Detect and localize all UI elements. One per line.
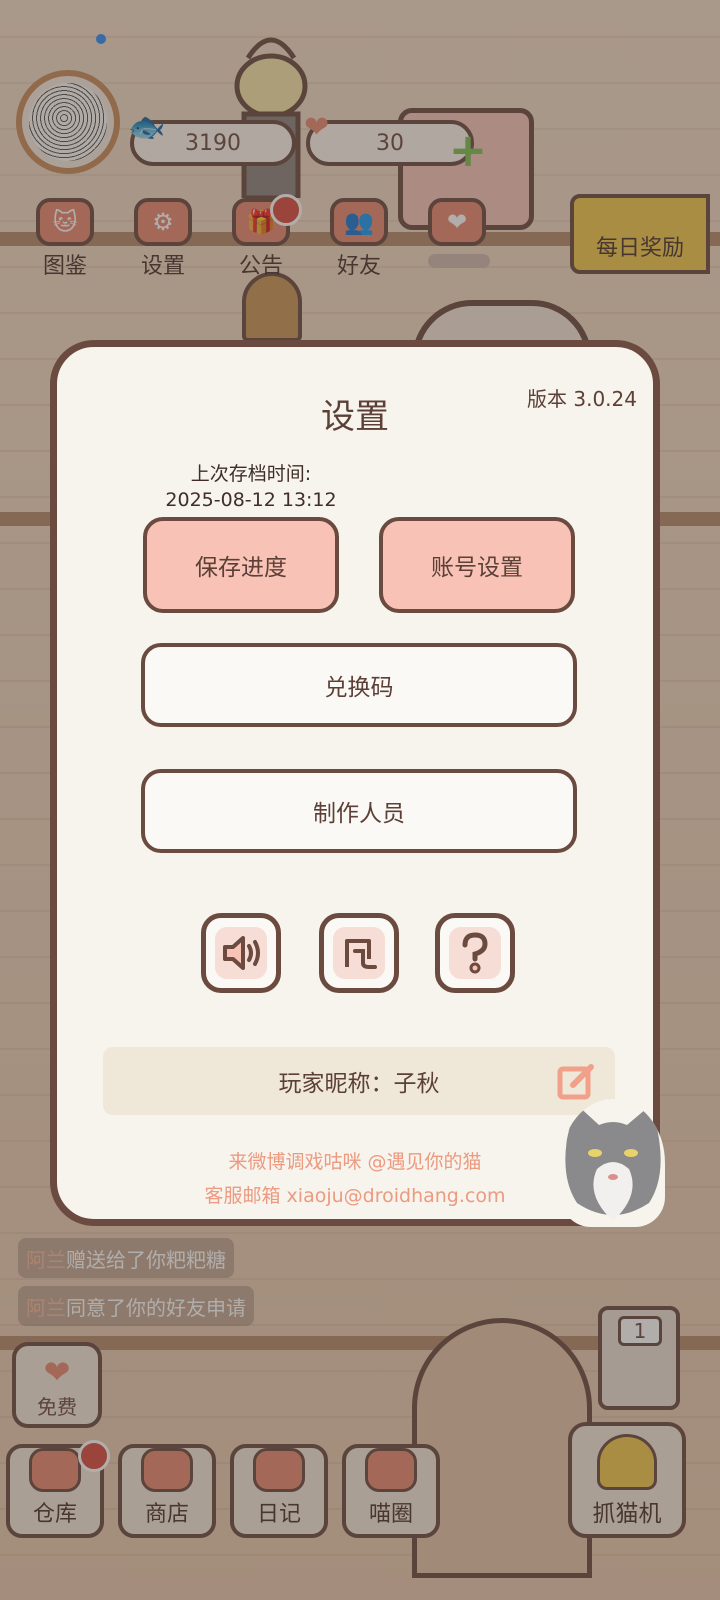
credits-label: 制作人员 <box>313 801 405 827</box>
save-progress-label: 保存进度 <box>195 555 287 581</box>
version-label: 版本 3.0.24 <box>527 387 637 411</box>
account-settings-label: 账号设置 <box>431 555 523 581</box>
cat-photo-image <box>561 1099 665 1227</box>
settings-dialog: 设置 版本 3.0.24 上次存档时间: 2025-08-12 13:12 保存… <box>50 340 665 1227</box>
help-icon <box>449 927 501 979</box>
music-icon <box>333 927 385 979</box>
last-save-time: 2025-08-12 13:12 <box>165 489 337 511</box>
account-settings-button[interactable]: 账号设置 <box>379 517 575 613</box>
sound-toggle-button[interactable] <box>201 913 281 993</box>
save-progress-button[interactable]: 保存进度 <box>143 517 339 613</box>
redeem-code-label: 兑换码 <box>324 675 394 701</box>
last-save-label: 上次存档时间: <box>190 463 312 485</box>
help-button[interactable] <box>435 913 515 993</box>
edit-icon[interactable] <box>557 1061 597 1101</box>
nickname-text: 玩家昵称：子秋 <box>278 1071 440 1097</box>
sound-icon <box>215 927 267 979</box>
last-save-info: 上次存档时间: 2025-08-12 13:12 <box>141 461 361 513</box>
nickname-bar[interactable]: 玩家昵称：子秋 <box>103 1047 615 1115</box>
credits-button[interactable]: 制作人员 <box>141 769 577 853</box>
music-toggle-button[interactable] <box>319 913 399 993</box>
redeem-code-button[interactable]: 兑换码 <box>141 643 577 727</box>
